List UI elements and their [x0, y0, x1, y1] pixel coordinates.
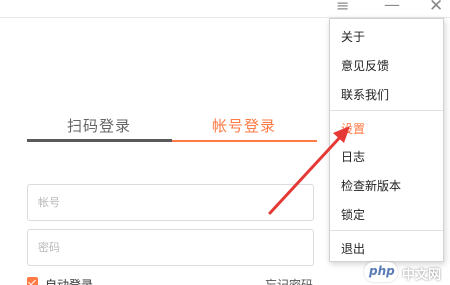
menu-divider — [330, 110, 443, 111]
login-window: ≡ — ✕ 扫码登录 帐号登录 自动登录 忘记密码 关于 意见反馈 联系我们 设… — [0, 0, 450, 285]
account-input[interactable] — [27, 184, 314, 221]
menu-item-contact[interactable]: 联系我们 — [341, 86, 389, 103]
menu-item-log[interactable]: 日志 — [341, 148, 365, 165]
minimize-icon[interactable]: — — [384, 0, 400, 13]
forgot-password-link[interactable]: 忘记密码 — [265, 276, 313, 285]
menu-item-about[interactable]: 关于 — [341, 28, 365, 45]
menu-item-check-update[interactable]: 检查新版本 — [341, 177, 401, 194]
menu-item-settings[interactable]: 设置 — [341, 120, 365, 137]
settings-dropdown-menu: 关于 意见反馈 联系我们 设置 日志 检查新版本 锁定 退出 — [329, 18, 444, 262]
hamburger-menu-icon[interactable]: ≡ — [336, 0, 349, 14]
watermark-text: 中文网 — [402, 268, 442, 283]
php-logo: php — [364, 262, 398, 282]
menu-item-exit[interactable]: 退出 — [341, 240, 365, 257]
window-controls: ≡ — ✕ — [336, 0, 450, 15]
menu-item-feedback[interactable]: 意见反馈 — [341, 57, 389, 74]
menu-divider — [330, 230, 443, 231]
tab-qr-login[interactable]: 扫码登录 — [67, 115, 131, 136]
password-input[interactable] — [27, 229, 314, 266]
tab-underline-active — [172, 140, 317, 142]
close-icon[interactable]: ✕ — [429, 0, 443, 15]
php-logo-text: php — [369, 264, 395, 278]
tab-underline-inactive — [27, 139, 172, 142]
menu-item-lock[interactable]: 锁定 — [341, 206, 365, 223]
tab-account-login[interactable]: 帐号登录 — [212, 115, 276, 136]
auto-login-label: 自动登录 — [45, 278, 94, 285]
auto-login-checkbox[interactable] — [27, 277, 38, 285]
